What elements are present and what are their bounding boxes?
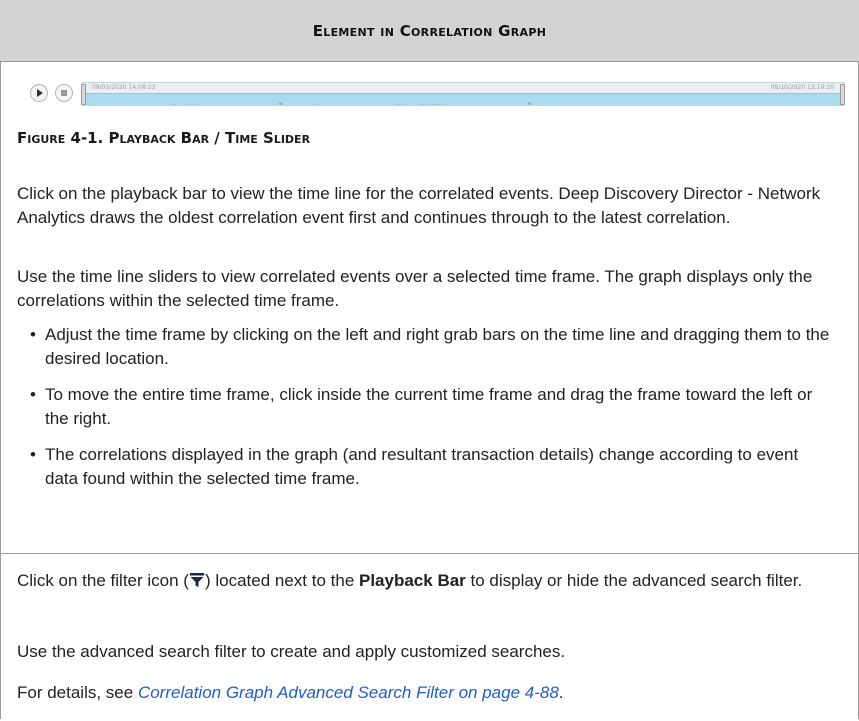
event-tick [429,104,430,105]
event-tick [175,104,176,105]
list-item: The correlations displayed in the graph … [30,443,830,491]
right-grab-bar[interactable] [840,84,845,105]
event-tick [423,104,424,105]
event-tick [426,104,427,105]
time-slider-track[interactable]: 08/03/2020 14:08:23 08/10/2020 13:19:10 [81,82,845,106]
filter-text-post: to display or hide the advanced search f… [465,571,803,590]
stop-button[interactable] [55,84,73,102]
table-header: Element in Correlation Graph [0,0,859,62]
event-tick [405,104,406,105]
event-tick [399,104,400,105]
paragraph-playback: Click on the playback bar to view the ti… [17,184,821,227]
start-timestamp: 08/03/2020 14:08:23 [92,84,156,91]
list-item: To move the entire time frame, click ins… [30,383,830,431]
header-title: Element in Correlation Graph [312,21,547,40]
event-tick [528,102,531,105]
filter-text-pre: Click on the filter icon ( [17,571,189,590]
list-item: Adjust the time frame by clicking on the… [30,323,830,371]
playback-bar-label: Playback Bar [359,571,466,590]
filter-funnel-icon[interactable] [189,572,205,588]
details-text-pre: For details, see [17,683,138,702]
event-tick [435,104,436,105]
left-grab-bar[interactable] [81,84,86,105]
paragraph-use-filter: Use the advanced search filter to create… [17,642,566,661]
figure-caption: Figure 4-1. Playback Bar / Time Slider [17,129,311,147]
event-tick [193,104,194,105]
paragraph-filter: Click on the filter icon ( ) located next… [17,566,835,595]
play-icon [37,89,43,97]
stop-icon [61,90,67,96]
paragraph-details: For details, see Correlation Graph Advan… [17,681,835,705]
event-tick [441,104,442,105]
event-tick [279,102,282,105]
row-divider [0,553,859,554]
filter-text-mid: ) located next to the [204,571,359,590]
play-button[interactable] [30,84,48,102]
event-tick [438,104,439,105]
event-tick [444,104,445,105]
end-timestamp: 08/10/2020 13:19:10 [770,84,834,91]
event-tick [432,104,433,105]
playback-bar[interactable]: 08/03/2020 14:08:23 08/10/2020 13:19:10 [30,80,848,108]
details-text-post: . [558,683,564,702]
event-tick [187,104,188,105]
paragraph-sliders: Use the time line sliders to view correl… [17,267,813,310]
event-tick [315,104,316,105]
time-slider-range[interactable] [85,93,841,105]
advanced-search-link[interactable]: Correlation Graph Advanced Search Filter… [138,683,559,702]
slider-bullet-list: Adjust the time frame by clicking on the… [30,323,830,503]
